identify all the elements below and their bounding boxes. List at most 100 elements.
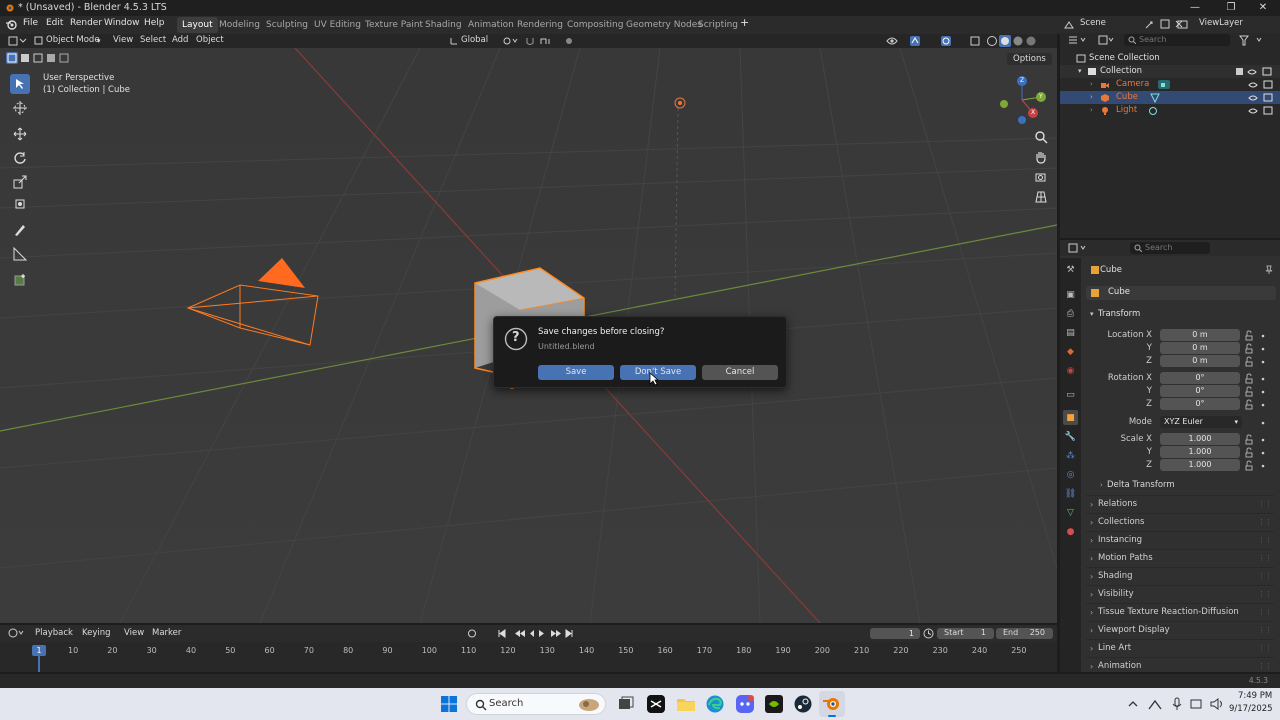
material-tab-icon[interactable]: ● (1063, 524, 1078, 539)
panel-shading[interactable]: › Shading ⋮⋮ (1086, 567, 1274, 584)
snap-icon[interactable] (525, 36, 537, 46)
light-data-icon[interactable] (1148, 106, 1158, 116)
panel-tissue-texture-reaction-diffusion[interactable]: › Tissue Texture Reaction-Diffusion ⋮⋮ (1086, 603, 1274, 620)
location-z-field[interactable]: 0 m (1160, 355, 1240, 367)
scale-x-field[interactable]: 1.000 (1160, 433, 1240, 445)
task-view-icon[interactable] (616, 694, 636, 714)
menu-window[interactable]: Window (104, 18, 140, 28)
collection-tab-icon[interactable]: ▭ (1063, 387, 1078, 402)
location-x-field[interactable]: 0 m (1160, 329, 1240, 341)
constraints-tab-icon[interactable]: ⛓ (1063, 486, 1078, 501)
panel-visibility[interactable]: › Visibility ⋮⋮ (1086, 585, 1274, 602)
tab-shading[interactable]: Shading (420, 17, 467, 33)
file-explorer-icon[interactable] (676, 694, 696, 714)
start-frame-field[interactable]: Start 1 (937, 628, 994, 639)
filter-icon[interactable] (1238, 35, 1268, 46)
visibility-icon[interactable] (886, 35, 898, 47)
physics-tab-icon[interactable]: ◎ (1063, 467, 1078, 482)
tab-layout[interactable]: Layout (177, 17, 218, 33)
menu-file[interactable]: File (23, 18, 38, 28)
tab-uv-editing[interactable]: UV Editing (309, 17, 366, 33)
expand-arrow-icon[interactable]: › (1100, 481, 1103, 489)
steam-app-icon[interactable] (793, 694, 813, 714)
tab-texture-paint[interactable]: Texture Paint (360, 17, 428, 33)
drag-handle-icon[interactable]: ⋮⋮ (1258, 604, 1272, 621)
tab-rendering[interactable]: Rendering (512, 17, 568, 33)
panel-instancing[interactable]: › Instancing ⋮⋮ (1086, 531, 1274, 548)
tab-modeling[interactable]: Modeling (214, 17, 265, 33)
timeline-editor-icon[interactable] (8, 628, 26, 639)
expand-arrow-icon[interactable]: › (1090, 91, 1093, 104)
object-tab-icon[interactable]: ■ (1063, 410, 1078, 425)
drag-handle-icon[interactable]: ⋮⋮ (1258, 586, 1272, 603)
location-y-field[interactable]: 0 m (1160, 342, 1240, 354)
view-layer-tab-icon[interactable]: ▤ (1063, 325, 1078, 340)
blender-menu-icon[interactable] (5, 19, 17, 31)
menu-timeline-view[interactable]: View (124, 628, 144, 638)
rotation-y-field[interactable]: 0° (1160, 385, 1240, 397)
orientation-dropdown[interactable]: Global (461, 35, 488, 45)
overlay-toggle-icon[interactable] (940, 35, 958, 47)
drag-handle-icon[interactable]: ⋮⋮ (1258, 514, 1272, 531)
pivot-icon[interactable] (502, 36, 520, 46)
select-mode-icons[interactable] (6, 52, 70, 64)
menu-view[interactable]: View (113, 35, 133, 45)
tool-tab-icon[interactable]: ⚒ (1063, 262, 1078, 277)
timeline-ruler[interactable]: 10 20 30 40 50 60 70 80 90 100 110 120 130 140 150 160 1… (0, 642, 1057, 672)
drag-handle-icon[interactable]: ⋮⋮ (1258, 532, 1272, 549)
cursor-tool[interactable] (10, 98, 30, 118)
camera-toggles[interactable] (1248, 80, 1276, 90)
output-tab-icon[interactable]: ⎙ (1063, 306, 1078, 321)
drag-handle-icon[interactable]: ⋮⋮ (1258, 550, 1272, 567)
transform-tool[interactable] (10, 194, 30, 214)
microphone-tray-icon[interactable] (1171, 697, 1183, 711)
drag-handle-icon[interactable]: ⋮⋮ (1258, 568, 1272, 585)
snap-target-icon[interactable] (540, 36, 556, 46)
network-tray-icon[interactable] (1147, 697, 1163, 711)
windows-start-icon[interactable] (439, 694, 459, 714)
options-dropdown[interactable]: Options (1007, 53, 1052, 65)
menu-add[interactable]: Add (172, 35, 188, 45)
particles-tab-icon[interactable]: ⁂ (1063, 448, 1078, 463)
display-tray-icon[interactable] (1190, 697, 1204, 711)
proportional-edit-icon[interactable] (564, 36, 574, 46)
zoom-icon[interactable] (1034, 130, 1048, 144)
measure-tool[interactable] (10, 244, 30, 264)
tray-chevron-icon[interactable] (1127, 699, 1139, 709)
panel-relations[interactable]: › Relations ⋮⋮ (1086, 495, 1274, 512)
light-toggles[interactable] (1248, 106, 1276, 116)
drag-handle-icon[interactable]: ⋮⋮ (1258, 496, 1272, 513)
xray-icon[interactable] (969, 35, 981, 47)
camera-data-icon[interactable] (1157, 79, 1171, 90)
minimize-button[interactable]: — (1178, 0, 1212, 16)
select-box-tool[interactable] (10, 74, 30, 94)
playhead[interactable]: 1 (32, 645, 46, 656)
view-layer-name[interactable]: ViewLayer (1199, 18, 1243, 28)
display-mode-icon[interactable] (1098, 35, 1116, 46)
drag-handle-icon[interactable]: ⋮⋮ (1258, 640, 1272, 657)
move-tool[interactable] (10, 124, 30, 144)
panel-viewport-display[interactable]: › Viewport Display ⋮⋮ (1086, 621, 1274, 638)
edge-browser-icon[interactable] (705, 694, 725, 714)
panel-expand-icon[interactable]: ▾ (1090, 310, 1094, 318)
tab-animation[interactable]: Animation (463, 17, 519, 33)
outliner-item-light[interactable]: › Light (1060, 104, 1280, 117)
outliner-item-camera[interactable]: › Camera (1060, 78, 1280, 91)
outliner-item-cube[interactable]: › Cube (1060, 91, 1280, 104)
transform-panel-title[interactable]: Transform (1098, 309, 1140, 319)
properties-editor-icon[interactable] (1068, 243, 1092, 254)
expand-arrow-icon[interactable]: › (1090, 78, 1093, 91)
modifier-tab-icon[interactable]: 🔧 (1063, 429, 1078, 444)
menu-playback[interactable]: Playback (35, 628, 73, 638)
collection-row[interactable]: ▾ Collection (1060, 65, 1280, 78)
camera-view-icon[interactable] (1034, 170, 1048, 184)
cancel-button[interactable]: Cancel (702, 365, 778, 380)
discord-app-icon[interactable] (735, 694, 755, 714)
drag-handle-icon[interactable]: ⋮⋮ (1258, 658, 1272, 675)
clock-icon[interactable] (923, 628, 934, 639)
taskbar-search-box[interactable]: Search (466, 693, 606, 715)
annotate-tool[interactable] (10, 220, 30, 240)
menu-render[interactable]: Render (70, 18, 102, 28)
playback-controls[interactable] (467, 628, 577, 639)
gizmo-toggle-icon[interactable] (909, 35, 927, 47)
